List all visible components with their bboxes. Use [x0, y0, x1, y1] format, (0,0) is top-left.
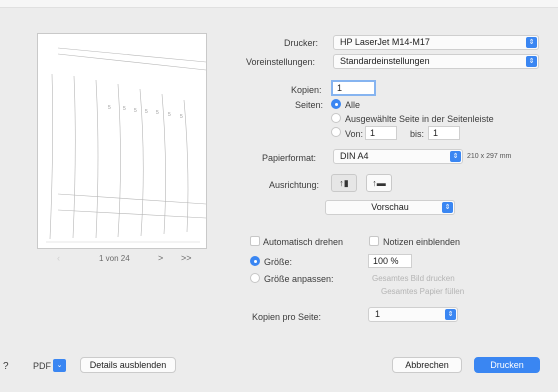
printer-label: Drucker:: [284, 38, 319, 48]
paper-label: Papierformat:: [262, 153, 317, 163]
size-radio[interactable]: [250, 256, 260, 266]
svg-text:5: 5: [145, 109, 148, 115]
pages-range-radio[interactable]: [331, 127, 341, 137]
portrait-orientation-icon: ↑▮: [339, 178, 349, 188]
pages-per-sheet-select[interactable]: 1 ⇕: [368, 307, 458, 322]
title-bar: [0, 0, 558, 8]
svg-text:5: 5: [168, 112, 171, 118]
updown-chevron-icon: ⇕: [526, 37, 537, 48]
fit-option-2[interactable]: Gesamtes Papier füllen: [381, 287, 464, 296]
printer-select[interactable]: HP LaserJet M14-M17 ⇕: [333, 35, 539, 50]
pages-label: Seiten:: [295, 100, 324, 110]
page-indicator: 1 von 24: [99, 254, 130, 263]
auto-rotate-label: Automatisch drehen: [263, 237, 344, 247]
presets-select[interactable]: Standardeinstellungen ⇕: [333, 54, 539, 69]
svg-text:5: 5: [134, 108, 137, 114]
pages-selected-label: Ausgewählte Seite in der Seitenleiste: [345, 114, 494, 124]
pages-per-sheet-label: Kopien pro Seite:: [252, 312, 322, 322]
paper-value: DIN A4: [340, 151, 369, 161]
preview-page-content: 5 5 5 5 5 5 5: [46, 47, 207, 243]
pages-all-label: Alle: [345, 100, 361, 110]
section-value: Vorschau: [371, 202, 409, 212]
pages-all-radio[interactable]: [331, 99, 341, 109]
paper-select[interactable]: DIN A4 ⇕: [333, 149, 463, 164]
svg-text:5: 5: [108, 105, 111, 111]
pages-per-sheet-value: 1: [375, 309, 381, 319]
pdf-label[interactable]: PDF: [33, 361, 51, 371]
next-page-button[interactable]: >: [158, 253, 163, 263]
print-button[interactable]: Drucken: [474, 357, 540, 373]
presets-value: Standardeinstellungen: [340, 56, 430, 66]
paper-size-text: 210 x 297 mm: [467, 153, 512, 160]
previous-page-button[interactable]: ‹: [57, 253, 60, 263]
printer-value: HP LaserJet M14-M17: [340, 37, 430, 47]
show-notes-label: Notizen einblenden: [383, 237, 461, 247]
presets-label: Voreinstellungen:: [246, 57, 316, 67]
pages-from-field[interactable]: 1: [365, 126, 397, 140]
show-notes-checkbox[interactable]: [369, 236, 379, 246]
pages-selected-radio[interactable]: [331, 113, 341, 123]
last-page-button[interactable]: >>: [181, 253, 192, 263]
svg-text:5: 5: [180, 114, 183, 120]
help-button[interactable]: ?: [3, 361, 9, 372]
fit-option-1[interactable]: Gesamtes Bild drucken: [372, 274, 455, 283]
section-select[interactable]: Vorschau ⇕: [325, 200, 455, 215]
updown-chevron-icon: ⇕: [526, 56, 537, 67]
landscape-orientation-button[interactable]: ↑▬: [366, 174, 392, 192]
copies-field[interactable]: 1: [331, 80, 376, 96]
svg-text:5: 5: [156, 110, 159, 116]
orientation-label: Ausrichtung:: [269, 180, 320, 190]
fit-radio[interactable]: [250, 273, 260, 283]
auto-rotate-checkbox[interactable]: [250, 236, 260, 246]
updown-chevron-icon: ⇕: [442, 202, 453, 213]
cancel-button[interactable]: Abbrechen: [392, 357, 462, 373]
svg-text:5: 5: [123, 106, 126, 112]
updown-chevron-icon: ⇕: [450, 151, 461, 162]
print-preview: 5 5 5 5 5 5 5: [37, 33, 207, 249]
hide-details-button[interactable]: Details ausblenden: [80, 357, 176, 373]
updown-chevron-icon: ⇕: [445, 309, 456, 320]
size-label: Größe:: [264, 257, 293, 267]
fit-label: Größe anpassen:: [264, 274, 334, 284]
pdf-menu-chevron-icon[interactable]: ⌄: [53, 359, 66, 372]
portrait-orientation-button[interactable]: ↑▮: [331, 174, 357, 192]
pages-from-label: Von:: [345, 129, 364, 139]
pages-to-label: bis:: [410, 129, 425, 139]
copies-label: Kopien:: [291, 85, 322, 95]
pages-to-field[interactable]: 1: [428, 126, 460, 140]
preview-pager: ‹ 1 von 24 > >>: [37, 253, 207, 266]
landscape-orientation-icon: ↑▬: [372, 178, 386, 188]
size-field[interactable]: 100 %: [368, 254, 412, 268]
